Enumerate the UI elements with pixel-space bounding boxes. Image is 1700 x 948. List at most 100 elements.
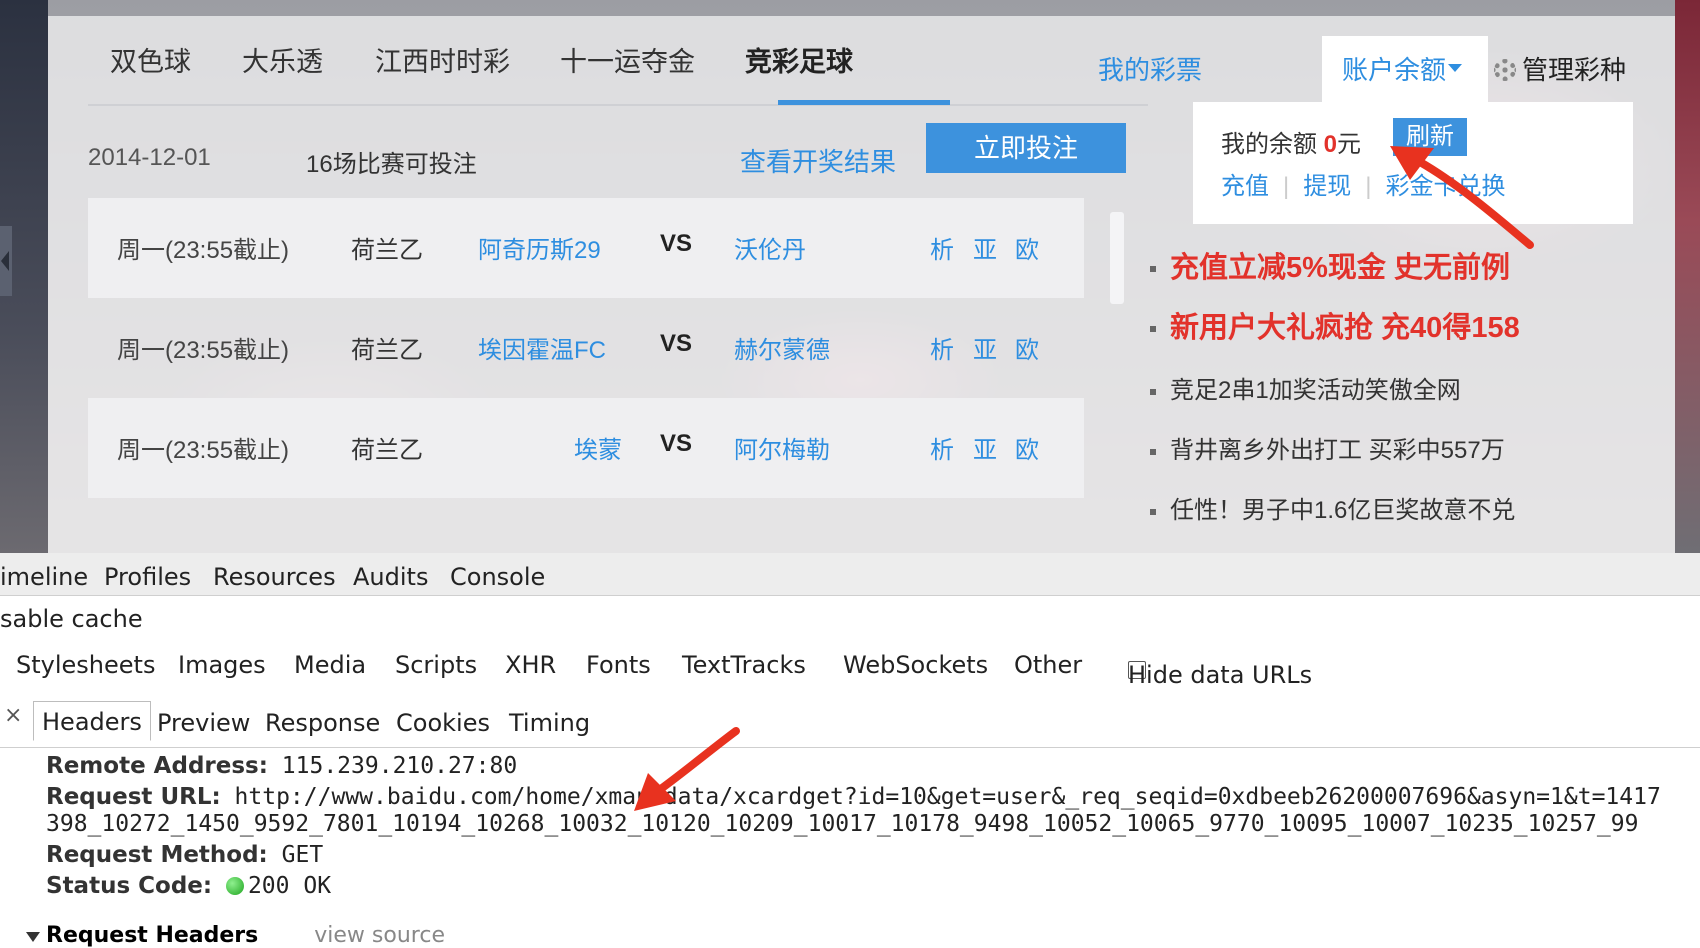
- asian-odds-link[interactable]: 亚: [973, 230, 997, 265]
- manage-lottery-button[interactable]: 管理彩种: [1494, 50, 1626, 87]
- request-url-row: Request URL: http://www.baidu.com/home/x…: [46, 784, 1661, 810]
- tab-console[interactable]: Console: [450, 563, 545, 591]
- match-league: 荷兰乙: [351, 437, 423, 464]
- chevron-left-icon: [1, 251, 9, 271]
- filter-websockets[interactable]: WebSockets: [843, 651, 988, 679]
- lottery-page: 双色球 大乐透 江西时时彩 十一运夺金 竞彩足球 我的彩票 账户余额 管理彩种 …: [0, 0, 1700, 553]
- tab-shuangseqiu[interactable]: 双色球: [110, 40, 191, 79]
- request-headers-section[interactable]: Request Headers view source: [26, 923, 445, 948]
- background-right: [1675, 0, 1700, 553]
- tab-headers[interactable]: Headers: [33, 701, 151, 741]
- asian-odds-link[interactable]: 亚: [973, 430, 997, 465]
- euro-odds-link[interactable]: 欧: [1015, 230, 1039, 265]
- tab-timing[interactable]: Timing: [509, 709, 590, 737]
- home-team-link[interactable]: 埃因霍温FC: [478, 330, 622, 365]
- remote-address-value: 115.239.210.27:80: [281, 753, 518, 779]
- news-item[interactable]: 背井离乡外出打工 买彩中557万: [1150, 430, 1505, 465]
- status-code-row: Status Code: 200 OK: [46, 873, 331, 899]
- asian-odds-link[interactable]: 亚: [973, 330, 997, 365]
- bullet-icon: [1150, 508, 1156, 515]
- tab-cookies[interactable]: Cookies: [396, 709, 490, 737]
- news-item[interactable]: 任性！男子中1.6亿巨奖故意不兑: [1150, 490, 1515, 525]
- tab-daletou[interactable]: 大乐透: [242, 40, 323, 79]
- bullet-icon: [1150, 326, 1156, 333]
- filter-other[interactable]: Other: [1014, 651, 1082, 679]
- devtools-panel-tabs: imeline Profiles Resources Audits Consol…: [0, 553, 1700, 596]
- filter-images[interactable]: Images: [178, 651, 266, 679]
- manage-lottery-label: 管理彩种: [1522, 55, 1627, 85]
- analysis-link[interactable]: 析: [930, 330, 954, 365]
- request-headers-label: Request Headers: [46, 923, 259, 948]
- away-team-link[interactable]: 赫尔蒙德: [734, 330, 830, 365]
- caret-down-icon: [1448, 64, 1462, 72]
- vs-label: VS: [660, 230, 693, 257]
- filter-texttracks[interactable]: TextTracks: [682, 651, 806, 679]
- match-date: 2014-12-01: [88, 144, 211, 171]
- news-item-text: 背井离乡外出打工 买彩中557万: [1170, 437, 1505, 464]
- close-icon[interactable]: ×: [4, 703, 22, 728]
- tab-audits[interactable]: Audits: [353, 563, 428, 591]
- tab-timeline[interactable]: imeline: [0, 563, 88, 591]
- side-collapse-handle[interactable]: [0, 226, 12, 296]
- tab-jiangxi-shishicai[interactable]: 江西时时彩: [375, 40, 510, 79]
- tab-jingcai-zuqiu[interactable]: 竞彩足球: [745, 40, 853, 79]
- triangle-down-icon: [26, 932, 40, 942]
- tab-shiyi-yunduojin[interactable]: 十一运夺金: [560, 40, 695, 79]
- news-item[interactable]: 竞足2串1加奖活动笑傲全网: [1150, 370, 1461, 405]
- home-team-link[interactable]: 埃蒙: [478, 430, 622, 465]
- status-code-label: Status Code:: [46, 873, 213, 899]
- request-method-value: GET: [281, 842, 324, 868]
- vs-label: VS: [660, 330, 693, 357]
- match-row: 周一(23:55截止) 荷兰乙 埃蒙 VS 阿尔梅勒 析 亚 欧: [88, 398, 1084, 498]
- away-team-link[interactable]: 阿尔梅勒: [734, 430, 830, 465]
- filter-media[interactable]: Media: [294, 651, 366, 679]
- balance-unit: 元: [1337, 131, 1362, 158]
- devtools-options-bar: sable cache: [0, 597, 1700, 641]
- tab-preview[interactable]: Preview: [157, 709, 250, 737]
- balance-display: 我的余额 0元: [1221, 124, 1361, 159]
- divider: |: [1283, 173, 1290, 200]
- match-list-scrollbar[interactable]: [1110, 212, 1124, 304]
- news-item-text: 竞足2串1加奖活动笑傲全网: [1170, 377, 1461, 404]
- news-item[interactable]: 新用户大礼疯抢 充40得158: [1150, 304, 1520, 346]
- balance-amount: 0: [1323, 131, 1338, 158]
- disable-cache-option[interactable]: sable cache: [0, 605, 143, 633]
- recharge-link[interactable]: 充值: [1221, 173, 1269, 200]
- news-item-text: 任性！男子中1.6亿巨奖故意不兑: [1170, 497, 1516, 524]
- away-team-link[interactable]: 沃伦丹: [734, 230, 806, 265]
- request-method-label: Request Method:: [46, 842, 268, 868]
- filter-stylesheets[interactable]: Stylesheets: [16, 651, 155, 679]
- analysis-link[interactable]: 析: [930, 230, 954, 265]
- view-source-link[interactable]: view source: [314, 923, 445, 948]
- match-row: 周一(23:55截止) 荷兰乙 阿奇历斯29 VS 沃伦丹 析 亚 欧: [88, 198, 1084, 298]
- tab-response[interactable]: Response: [265, 709, 380, 737]
- match-deadline: 周一(23:55截止): [117, 337, 290, 364]
- status-ok-icon: [225, 877, 244, 895]
- bullet-icon: [1150, 448, 1156, 455]
- match-deadline: 周一(23:55截止): [117, 237, 290, 264]
- tab-resources[interactable]: Resources: [213, 563, 336, 591]
- request-url-label: Request URL:: [46, 784, 221, 810]
- analysis-link[interactable]: 析: [930, 430, 954, 465]
- match-league: 荷兰乙: [351, 337, 423, 364]
- resource-filter-bar: Stylesheets Images Media Scripts XHR Fon…: [0, 641, 1700, 689]
- euro-odds-link[interactable]: 欧: [1015, 430, 1039, 465]
- filter-xhr[interactable]: XHR: [505, 651, 556, 679]
- bet-now-button[interactable]: 立即投注: [926, 123, 1126, 173]
- euro-odds-link[interactable]: 欧: [1015, 330, 1039, 365]
- my-lottery-link[interactable]: 我的彩票: [1098, 50, 1202, 87]
- tab-profiles[interactable]: Profiles: [104, 563, 191, 591]
- active-tab-indicator: [778, 100, 950, 105]
- filter-fonts[interactable]: Fonts: [586, 651, 651, 679]
- lottery-type-nav: 双色球 大乐透 江西时时彩 十一运夺金 竞彩足球: [88, 16, 1148, 106]
- vs-label: VS: [660, 430, 693, 457]
- filter-scripts[interactable]: Scripts: [395, 651, 477, 679]
- home-team-link[interactable]: 阿奇历斯29: [478, 230, 622, 265]
- divider: |: [1365, 173, 1372, 200]
- view-results-link[interactable]: 查看开奖结果: [740, 142, 896, 179]
- withdraw-link[interactable]: 提现: [1303, 173, 1351, 200]
- devtools-panel: imeline Profiles Resources Audits Consol…: [0, 553, 1700, 948]
- news-item-text: 新用户大礼疯抢 充40得158: [1170, 312, 1520, 344]
- remote-address-label: Remote Address:: [46, 753, 268, 779]
- bullet-icon: [1150, 266, 1156, 273]
